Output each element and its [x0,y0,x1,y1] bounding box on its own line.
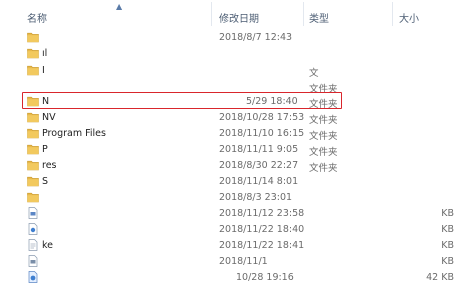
folder-icon [27,191,39,203]
column-divider[interactable] [392,2,393,26]
column-divider[interactable] [303,2,304,26]
file-name: NV [42,112,56,123]
file-date: 2018/8/7 12:43 [219,32,293,43]
file-date: 2018/11/1 [219,256,268,267]
folder-icon [27,143,39,155]
file-size: 42 KB [426,272,454,283]
file-icon [27,271,39,283]
list-item[interactable]: 10/28 19:16 42 KB [0,268,466,288]
file-icon [27,255,39,267]
file-list: 2018/8/7 12:43 ıl I 文 文件夹 N 5/29 18:40 文… [0,28,466,295]
folder-icon [27,127,39,139]
file-name: ke [42,240,54,251]
file-name: S [42,176,49,187]
sort-ascending-icon: ▲ [116,2,123,11]
file-name: ıl [42,48,48,59]
file-date: 2018/11/22 18:40 [219,224,305,235]
file-size: KB [441,224,454,235]
file-date: 2018/11/22 18:41 [219,240,305,251]
folder-icon [27,47,39,59]
file-name: P [42,144,48,155]
file-date: 10/28 19:16 [236,272,294,283]
folder-icon [27,175,39,187]
column-header-type[interactable]: 类型 [309,10,329,25]
column-header-date[interactable]: 修改日期 [219,10,259,25]
folder-icon [27,111,39,123]
folder-icon [27,64,39,76]
file-name: I [42,65,45,76]
highlight-box [22,92,342,109]
folder-icon [27,159,39,171]
file-date: 2018/11/12 23:58 [219,208,305,219]
file-size: KB [441,208,454,219]
file-name: res [42,160,57,171]
file-date: 2018/11/14 8:01 [219,176,299,187]
column-divider[interactable] [211,2,212,26]
file-date: 2018/8/3 23:01 [219,192,293,203]
file-date: 2018/11/10 16:15 [219,128,305,139]
file-date: 2018/10/28 17:53 [219,112,305,123]
file-icon [27,207,39,219]
file-date: 2018/8/30 22:27 [219,160,299,171]
file-size: KB [441,240,454,251]
file-date: 2018/11/11 9:05 [219,144,299,155]
column-header-size[interactable]: 大小 [399,10,419,25]
folder-icon [27,31,39,43]
file-icon [27,223,39,235]
file-icon [27,239,39,251]
column-header-bar: ▲ 名称 修改日期 类型 大小 [0,0,466,28]
file-size: KB [441,256,454,267]
column-header-name[interactable]: 名称 [27,10,47,25]
file-name: Program Files [42,128,106,139]
